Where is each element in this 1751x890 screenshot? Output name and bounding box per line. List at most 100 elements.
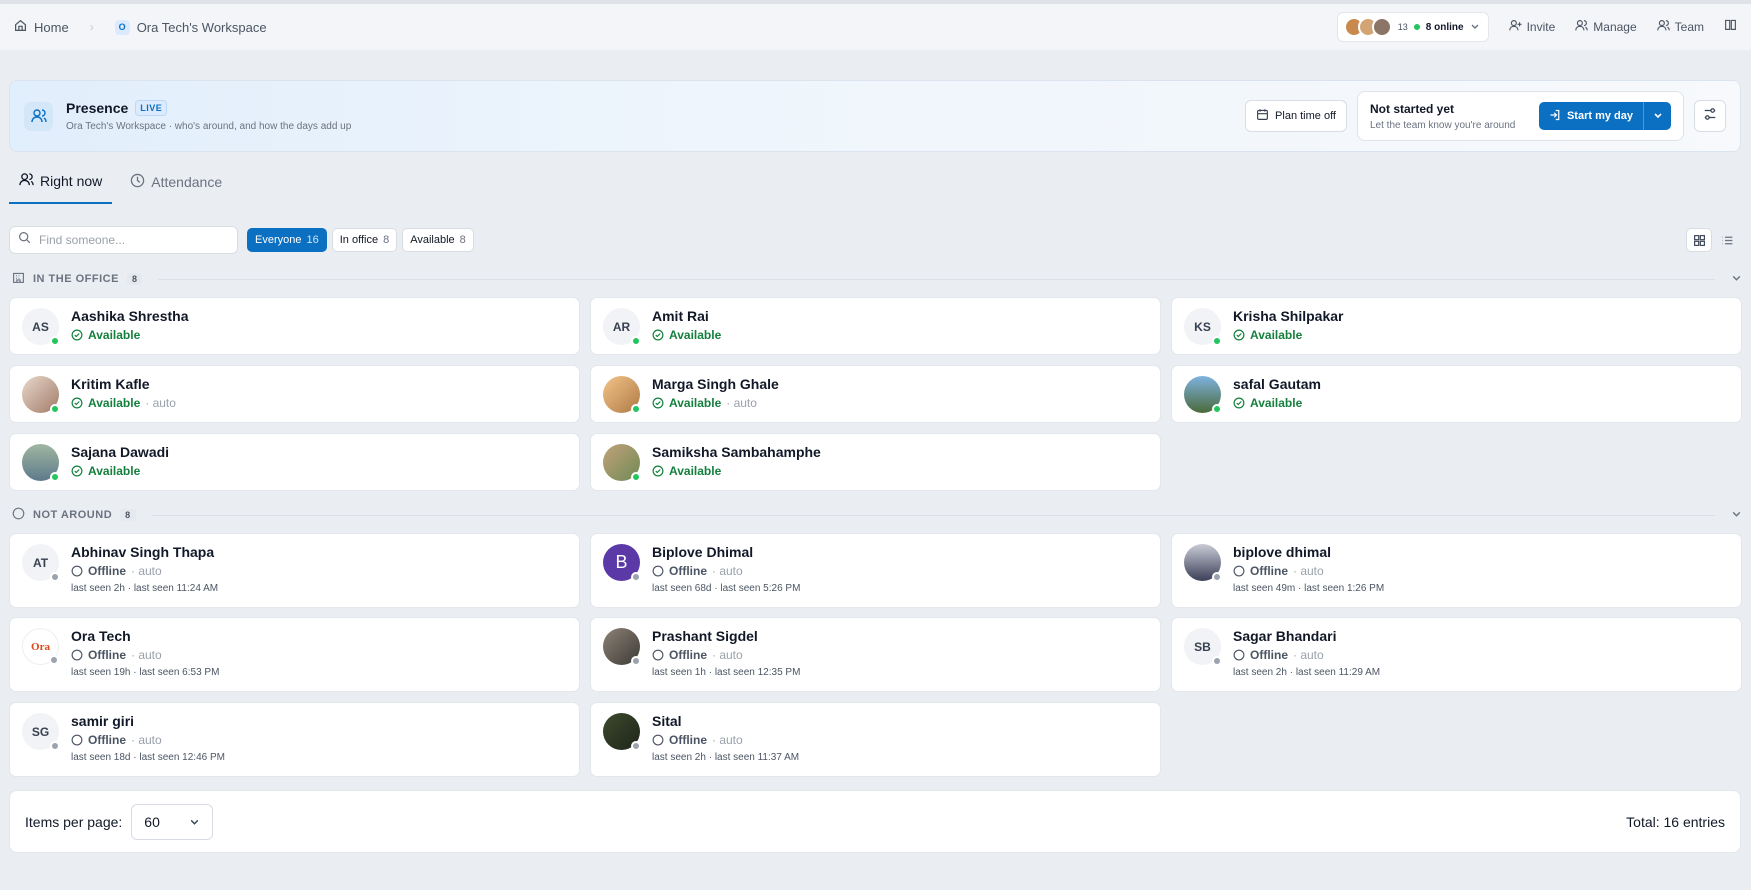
person-status: Available · auto [71, 396, 176, 410]
avatar-photo [603, 713, 641, 751]
grid-view-icon[interactable] [1686, 228, 1712, 252]
last-seen: last seen 19h · last seen 6:53 PM [71, 667, 220, 678]
section-count: 8 [120, 509, 136, 521]
presence-settings-button[interactable] [1694, 100, 1726, 132]
check-circle-icon [652, 465, 664, 477]
person-status: Offline · auto [1233, 564, 1384, 578]
avatar-count: 13 [1397, 22, 1408, 32]
start-my-day-button[interactable]: Start my day [1538, 102, 1643, 130]
list-view-icon[interactable] [1714, 228, 1740, 252]
book-icon[interactable] [1724, 18, 1737, 36]
search-box [9, 226, 238, 254]
person-name: safal Gautam [1233, 376, 1321, 392]
filter-available[interactable]: Available 8 [402, 228, 474, 252]
person-card[interactable]: KS Krisha Shilpakar Available [1171, 297, 1742, 355]
avatar-photo [22, 444, 60, 482]
filter-count: 8 [383, 234, 390, 246]
person-name: Samiksha Sambahamphe [652, 444, 821, 460]
last-seen: last seen 2h · last seen 11:24 AM [71, 583, 219, 594]
avatar-initials: AT [32, 555, 49, 570]
person-card[interactable]: Kritim Kafle Available · auto [9, 365, 580, 423]
manage-button[interactable]: Manage [1575, 19, 1637, 35]
person-status: Offline · auto [652, 564, 800, 578]
section-not-around[interactable]: NOT AROUND 8 [12, 507, 1742, 523]
invite-label: Invite [1526, 20, 1556, 34]
avatar: AR [603, 308, 641, 346]
person-card[interactable]: biplove dhimal Offline · auto last seen … [1171, 533, 1742, 608]
person-card[interactable]: AR Amit Rai Available [590, 297, 1161, 355]
person-status: Offline · auto [71, 648, 219, 662]
person-card[interactable]: SG samir giri Offline · auto last seen 1… [9, 702, 580, 777]
team-button[interactable]: Team [1656, 19, 1704, 35]
status-text: Available [669, 464, 722, 478]
person-name: Marga Singh Ghale [652, 376, 779, 392]
status-text: Offline [88, 733, 126, 747]
last-seen: last seen 1h · last seen 12:35 PM [652, 667, 801, 678]
auto-tag: · auto [1293, 648, 1324, 662]
person-status: Available [1233, 396, 1321, 410]
filter-chips: Everyone 16 In office 8 Available 8 [247, 228, 474, 252]
live-badge: LIVE [135, 100, 168, 116]
person-card[interactable]: Prashant Sigdel Offline · auto last seen… [590, 617, 1161, 692]
person-name: Sital [652, 713, 682, 729]
person-name: Abhinav Singh Thapa [71, 544, 215, 560]
presence-title: Presence [66, 100, 129, 116]
plan-time-off-button[interactable]: Plan time off [1245, 100, 1347, 132]
avatar: SG [22, 713, 60, 751]
view-toggle [1686, 228, 1740, 252]
auto-tag: · auto [131, 564, 162, 578]
chevron-down-icon [1470, 18, 1480, 36]
section-title: NOT AROUND [33, 509, 113, 521]
status-text: Available [1250, 396, 1303, 410]
online-dot-icon [1212, 336, 1222, 346]
filter-count: 16 [306, 234, 319, 246]
person-card[interactable]: B Biplove Dhimal Offline · auto last see… [590, 533, 1161, 608]
online-dot-icon [631, 472, 641, 482]
avatar [1371, 17, 1392, 37]
person-card[interactable]: Sajana Dawadi Available [9, 433, 580, 491]
top-bar: Home › O Ora Tech's Workspace 13 8 onlin… [0, 0, 1751, 50]
person-card[interactable]: Ora Ora Tech Offline · auto last seen 19… [9, 617, 580, 692]
tab-right-now[interactable]: Right now [9, 172, 113, 204]
person-status: Available [71, 328, 189, 342]
tab-right-now-label: Right now [40, 173, 103, 189]
person-status: Available [652, 464, 821, 478]
items-per-page-select[interactable]: 60 [131, 803, 214, 840]
last-seen: last seen 49m · last seen 1:26 PM [1233, 583, 1385, 594]
tab-attendance[interactable]: Attendance [120, 172, 232, 204]
status-text: Offline [669, 564, 707, 578]
avatar: AT [22, 544, 60, 582]
manage-label: Manage [1593, 20, 1637, 34]
person-card[interactable]: safal Gautam Available [1171, 365, 1742, 423]
status-text: Offline [88, 648, 126, 662]
section-in-office[interactable]: IN THE OFFICE 8 [12, 271, 1742, 287]
invite-button[interactable]: Invite [1508, 19, 1556, 35]
search-input[interactable] [39, 233, 229, 247]
auto-tag: · auto [712, 648, 743, 662]
check-circle-icon [1233, 397, 1245, 409]
person-card[interactable]: AS Aashika Shrestha Available [9, 297, 580, 355]
person-card[interactable]: Sital Offline · auto last seen 2h · last… [590, 702, 1161, 777]
start-options-dropdown[interactable] [1643, 102, 1671, 130]
person-card[interactable]: AT Abhinav Singh Thapa Offline · auto la… [9, 533, 580, 608]
person-card[interactable]: Marga Singh Ghale Available · auto [590, 365, 1161, 423]
filter-in-office[interactable]: In office 8 [331, 228, 398, 252]
items-per-page-value: 60 [144, 813, 160, 830]
filter-label: Everyone [255, 234, 302, 246]
person-card[interactable]: Samiksha Sambahamphe Available [590, 433, 1161, 491]
items-per-page-label: Items per page: [25, 813, 123, 830]
offline-circle-icon [652, 734, 664, 746]
online-members-pill[interactable]: 13 8 online [1336, 12, 1489, 42]
avatar-initials: AS [32, 319, 49, 334]
person-name: Biplove Dhimal [652, 544, 754, 560]
auto-tag: · auto [131, 648, 162, 662]
avatar-stack [1343, 17, 1392, 37]
breadcrumb-home[interactable]: Home [34, 20, 69, 35]
online-dot-icon [1212, 404, 1222, 414]
day-status-card: Not started yet Let the team know you're… [1357, 91, 1684, 141]
home-icon[interactable] [14, 19, 27, 35]
filter-everyone[interactable]: Everyone 16 [247, 228, 327, 252]
circle-icon [12, 507, 25, 523]
breadcrumb-workspace[interactable]: Ora Tech's Workspace [137, 20, 267, 35]
person-card[interactable]: SB Sagar Bhandari Offline · auto last se… [1171, 617, 1742, 692]
